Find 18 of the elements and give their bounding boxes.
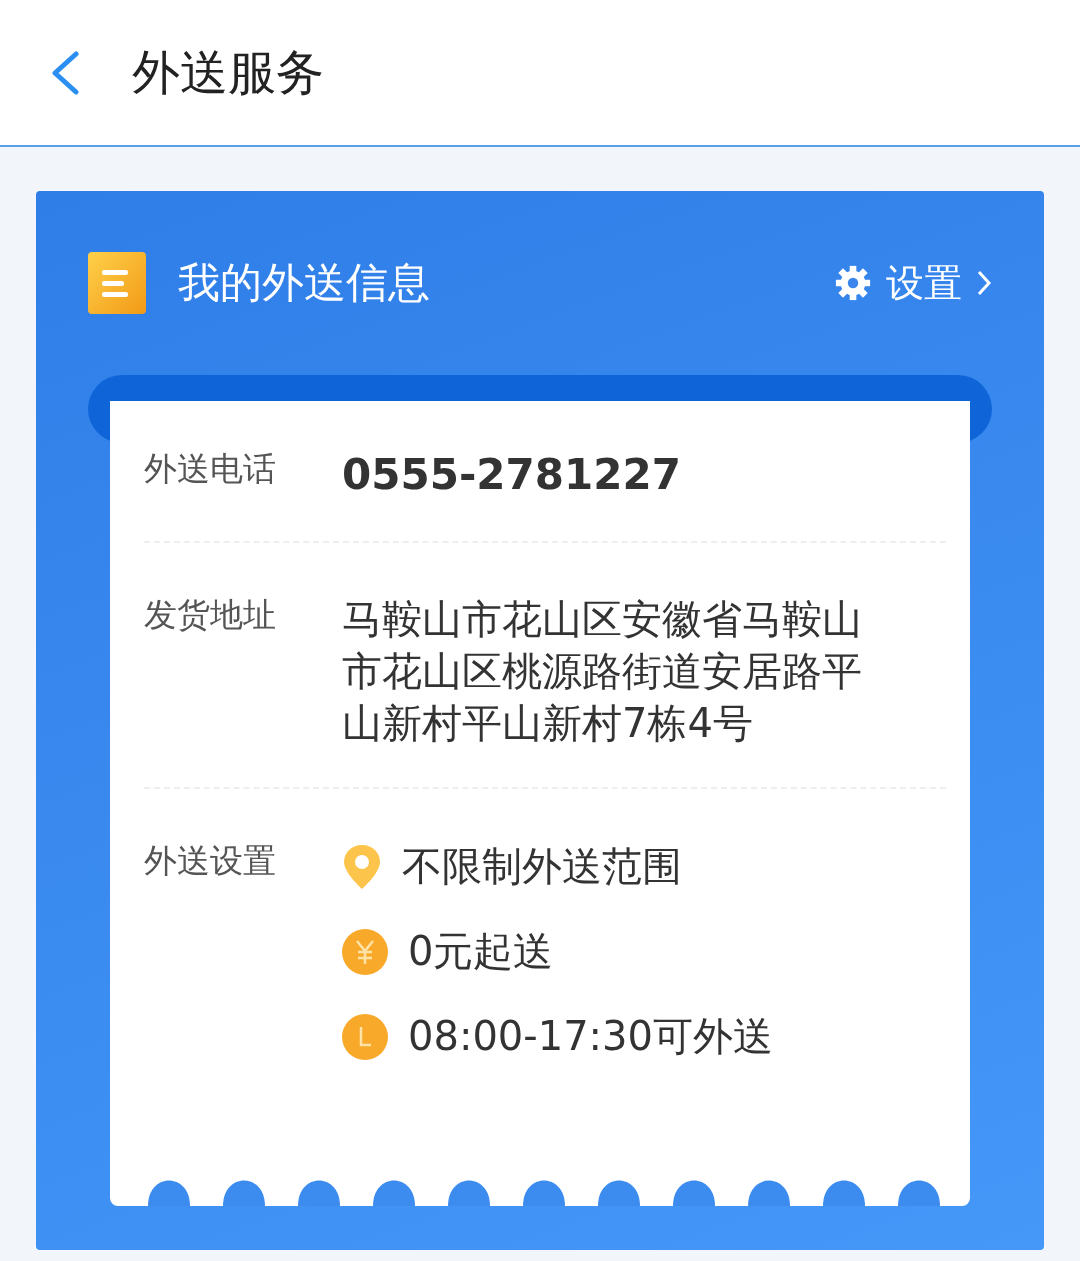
page-title: 外送服务 [132,42,324,102]
setting-text: 08:00-17:30可外送 [408,1012,773,1061]
setting-text: 0元起送 [408,927,554,976]
field-label: 发货地址 [144,594,277,636]
chevron-icon [976,269,992,297]
field-label: 外送设置 [144,840,277,882]
yen-coin-icon [342,928,388,975]
card-title: 我的外送信息 [178,257,431,309]
phone-number: 0555-2781227 [342,449,681,501]
address-text: 马鞍山市花山区安徽省马鞍山市花山区桃源路街道安居路平山新村平山新村7栋4号 [342,595,863,748]
back-icon[interactable] [50,50,80,95]
field-label: 外送电话 [144,448,277,490]
location-pin-icon [342,842,382,891]
setting-text: 不限制外送范围 [402,842,682,891]
settings-icon [834,264,872,302]
settings-link[interactable]: 设置 [834,257,992,309]
document-icon [88,252,146,314]
clock-icon [342,1013,388,1060]
